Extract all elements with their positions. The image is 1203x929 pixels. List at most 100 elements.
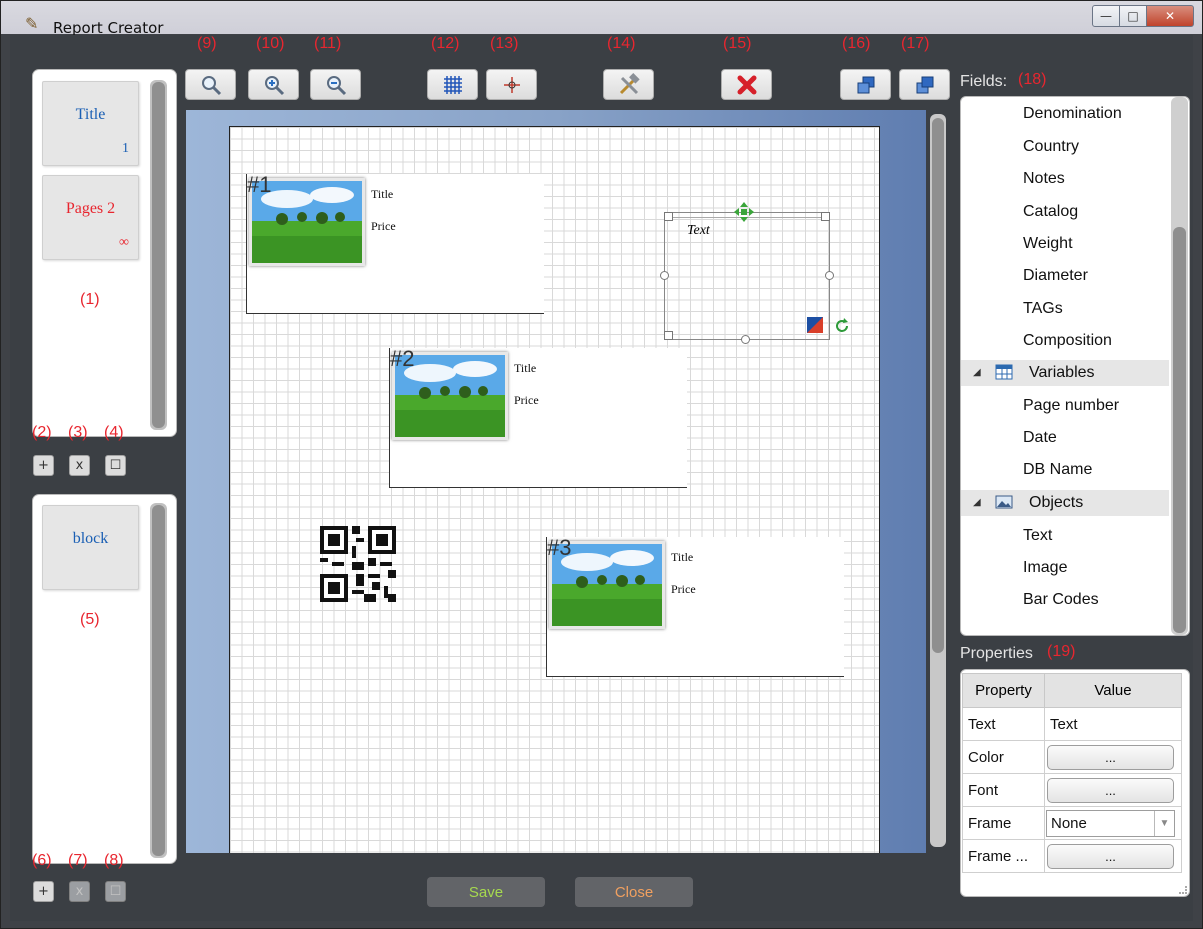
block-price-field[interactable]: Price: [514, 393, 539, 408]
field-item-label: Weight: [1023, 235, 1073, 252]
design-canvas[interactable]: #1 Title Price Text #2 Title Price #3 Ti…: [186, 110, 926, 853]
zoom-out-icon: [326, 75, 346, 95]
canvas-scrollbar[interactable]: [930, 114, 946, 847]
field-item-label: Denomination: [1023, 105, 1122, 122]
blocks-scroll-thumb[interactable]: [152, 505, 165, 856]
add-block-button[interactable]: +: [33, 881, 54, 902]
pages-scrollbar[interactable]: [150, 80, 167, 430]
block-title-field[interactable]: Title: [371, 187, 393, 202]
fields-label: Fields:: [960, 73, 1008, 90]
property-value-text[interactable]: Text: [1044, 707, 1182, 741]
remove-page-button[interactable]: x: [69, 455, 90, 476]
properties-grid: Property Value Text Text Color ... Font …: [960, 669, 1190, 897]
field-item-catalog[interactable]: Catalog: [961, 199, 1169, 225]
property-value-cell: None ▼: [1044, 806, 1182, 840]
variables-group[interactable]: ◢ Variables: [961, 360, 1169, 386]
copy-block-button[interactable]: ☐: [105, 881, 126, 902]
report-block-1[interactable]: #1 Title Price: [246, 174, 544, 314]
object-item-bar-codes[interactable]: Bar Codes: [961, 587, 1169, 613]
collapse-triangle-icon[interactable]: ◢: [973, 497, 981, 508]
object-item-image[interactable]: Image: [961, 555, 1169, 581]
snap-button[interactable]: [486, 69, 537, 100]
tools-button[interactable]: [603, 69, 654, 100]
title-bar[interactable]: ✎ Report Creator — □ ✕: [1, 1, 1202, 37]
zoom-in-button[interactable]: [248, 69, 299, 100]
page-card-pages[interactable]: Pages 2 ∞: [42, 175, 139, 260]
report-page[interactable]: #1 Title Price Text #2 Title Price #3 Ti…: [229, 126, 880, 853]
resize-handle[interactable]: [825, 271, 834, 280]
field-item-label: Notes: [1023, 170, 1065, 187]
property-name: Frame: [962, 806, 1045, 840]
text-object-selection[interactable]: Text: [660, 202, 848, 344]
window-controls: — □ ✕: [1092, 5, 1194, 30]
variable-item-page-number[interactable]: Page number: [961, 393, 1169, 419]
collapse-triangle-icon[interactable]: ◢: [973, 367, 981, 378]
blocks-scrollbar[interactable]: [150, 503, 167, 858]
close-button[interactable]: Close: [575, 877, 693, 907]
object-item-text[interactable]: Text: [961, 523, 1169, 549]
copy-page-button[interactable]: ☐: [105, 455, 126, 476]
callout-1: (1): [80, 291, 100, 308]
zoom-out-button[interactable]: [310, 69, 361, 100]
save-button[interactable]: Save: [427, 877, 545, 907]
dropdown-arrow-icon[interactable]: ▼: [1154, 810, 1174, 836]
resize-handle[interactable]: [741, 335, 750, 344]
bring-forward-icon: [857, 76, 874, 93]
bring-forward-button[interactable]: [840, 69, 891, 100]
block-card[interactable]: block: [42, 505, 139, 590]
rotate-handle-icon[interactable]: [833, 317, 851, 335]
callout-5: (5): [80, 611, 100, 628]
maximize-button[interactable]: □: [1119, 5, 1147, 27]
qr-code-image[interactable]: [320, 526, 396, 602]
minimize-button[interactable]: —: [1092, 5, 1120, 27]
field-item-tags[interactable]: TAGs: [961, 296, 1169, 322]
add-page-button[interactable]: +: [33, 455, 54, 476]
block-card-label: block: [72, 530, 109, 547]
field-item-composition[interactable]: Composition: [961, 328, 1169, 354]
send-backward-button[interactable]: [899, 69, 950, 100]
color-picker-button[interactable]: ...: [1047, 744, 1174, 770]
field-item-country[interactable]: Country: [961, 134, 1169, 160]
property-column-header[interactable]: Property: [962, 673, 1045, 708]
variable-item-date[interactable]: Date: [961, 425, 1169, 451]
move-handle-icon[interactable]: [733, 201, 755, 223]
table-icon: [995, 364, 1013, 380]
resize-handle[interactable]: [660, 271, 669, 280]
variable-item-db-name[interactable]: DB Name: [961, 457, 1169, 483]
resize-handle[interactable]: [664, 212, 673, 221]
page-card-title[interactable]: Title 1: [42, 81, 139, 166]
zoom-reset-button[interactable]: [185, 69, 236, 100]
grid-toggle-button[interactable]: [427, 69, 478, 100]
field-item-diameter[interactable]: Diameter: [961, 263, 1169, 289]
field-item-denomination[interactable]: Denomination: [961, 101, 1169, 127]
delete-button[interactable]: [721, 69, 772, 100]
report-block-2[interactable]: #2 Title Price: [389, 348, 687, 488]
group-label: Variables: [1029, 364, 1095, 381]
frame-settings-button[interactable]: ...: [1047, 843, 1174, 869]
block-title-field[interactable]: Title: [514, 361, 536, 376]
callout-4: (4): [104, 424, 124, 441]
remove-block-button[interactable]: x: [69, 881, 90, 902]
field-item-label: Catalog: [1023, 203, 1079, 220]
canvas-scroll-thumb[interactable]: [932, 118, 944, 653]
block-title-field[interactable]: Title: [671, 550, 693, 565]
close-window-button[interactable]: ✕: [1146, 5, 1194, 27]
resize-handle[interactable]: [664, 331, 673, 340]
objects-group[interactable]: ◢ Objects: [961, 490, 1169, 516]
field-item-notes[interactable]: Notes: [961, 166, 1169, 192]
block-price-field[interactable]: Price: [671, 582, 696, 597]
fields-scroll-thumb[interactable]: [1173, 227, 1186, 633]
block-price-field[interactable]: Price: [371, 219, 396, 234]
report-block-3[interactable]: #3 Title Price: [546, 537, 844, 677]
color-swatch-icon[interactable]: [807, 317, 823, 333]
field-item-weight[interactable]: Weight: [961, 231, 1169, 257]
text-object-label[interactable]: Text: [687, 223, 710, 239]
fields-scrollbar[interactable]: [1171, 97, 1188, 635]
font-picker-button[interactable]: ...: [1047, 777, 1174, 803]
resize-grip-icon[interactable]: [1179, 886, 1187, 894]
picture-icon: [995, 495, 1013, 509]
pages-scroll-thumb[interactable]: [152, 82, 165, 428]
frame-select[interactable]: None ▼: [1046, 809, 1175, 837]
resize-handle[interactable]: [821, 212, 830, 221]
value-column-header[interactable]: Value: [1044, 673, 1182, 708]
